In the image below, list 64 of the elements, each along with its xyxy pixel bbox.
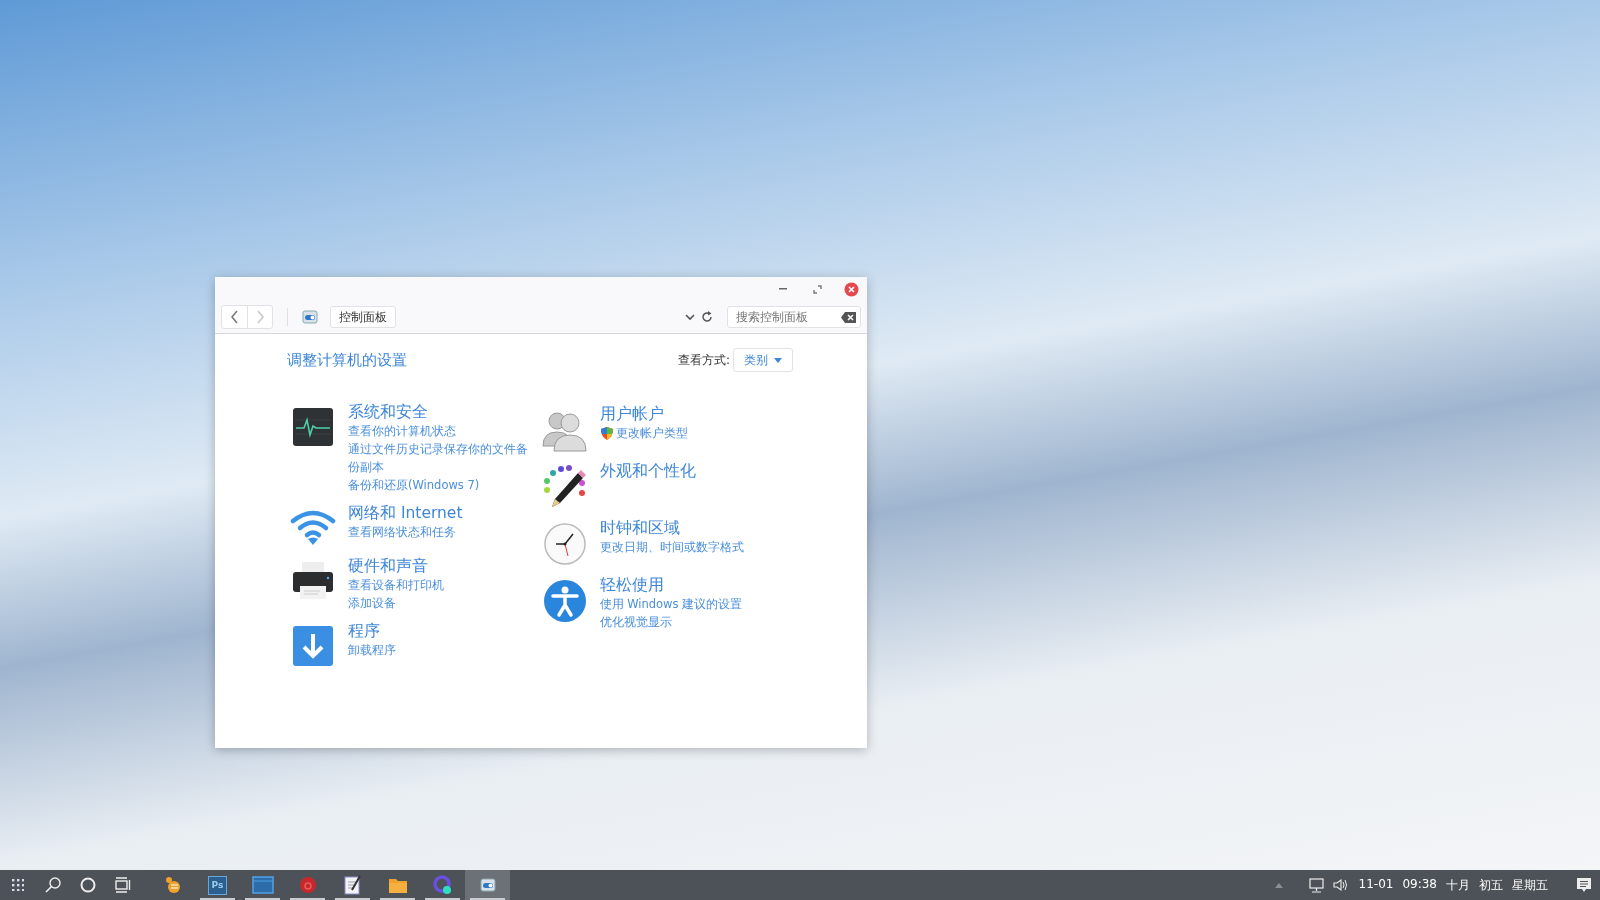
clock-icon <box>542 522 587 566</box>
task-link[interactable]: 使用 Windows 建议的设置 <box>599 595 743 613</box>
notification-icon[interactable] <box>1576 877 1592 893</box>
minimize-icon <box>779 288 787 290</box>
date-text: 11-01 <box>1358 876 1394 893</box>
chevron-down-icon[interactable] <box>685 313 695 321</box>
task-link[interactable]: 查看网络状态和任务 <box>348 523 456 541</box>
category-link[interactable]: 轻松使用 <box>599 575 664 595</box>
orb-icon <box>432 875 453 895</box>
task-link[interactable]: 优化视觉显示 <box>599 613 672 631</box>
category-link[interactable]: 系统和安全 <box>348 402 428 422</box>
breadcrumb-button[interactable]: 控制面板 <box>330 306 396 328</box>
tray-expand-icon[interactable] <box>1274 882 1283 888</box>
task-link[interactable]: 查看你的计算机状态 <box>348 422 456 440</box>
clear-icon[interactable] <box>841 311 856 323</box>
shield-icon <box>599 425 614 441</box>
notepad-icon <box>343 875 362 895</box>
chevron-left-icon <box>229 309 240 325</box>
grid-icon <box>11 879 24 891</box>
task-link[interactable]: 添加设备 <box>348 594 396 612</box>
refresh-icon[interactable] <box>701 311 713 323</box>
target-icon <box>298 876 317 894</box>
network-icon[interactable] <box>1308 877 1325 893</box>
task-link[interactable]: 通过文件历史记录保存你的文件备份副本 <box>348 440 534 476</box>
category-link[interactable]: 时钟和区域 <box>599 518 680 538</box>
close-button[interactable] <box>843 281 859 297</box>
time-text: 09:38 <box>1402 876 1437 893</box>
page-heading: 调整计算机的设置 <box>287 350 407 370</box>
taskbar-app-button[interactable]: Ps <box>195 870 240 900</box>
window-icon <box>251 876 274 894</box>
photo-editor-icon: Ps <box>208 875 227 895</box>
control-panel-icon <box>302 310 318 324</box>
category-link[interactable]: 网络和 Internet <box>348 503 463 523</box>
maximize-icon <box>812 284 822 294</box>
lunar-month-text: 十月 <box>1446 876 1470 894</box>
volume-icon[interactable] <box>1332 878 1349 892</box>
task-link[interactable]: 更改帐户类型 <box>615 424 688 442</box>
task-link[interactable]: 更改日期、时间或数字格式 <box>599 538 744 556</box>
view-dropdown[interactable]: 类别 <box>733 348 793 372</box>
accessibility-icon <box>542 579 587 623</box>
printer-icon <box>292 560 334 600</box>
weekday-text: 星期五 <box>1512 876 1548 894</box>
palette-pencil-icon <box>541 465 588 509</box>
search-field[interactable]: 搜索控制面板 <box>727 306 861 328</box>
control-panel-icon <box>479 878 496 892</box>
lunar-day-text: 初五 <box>1479 876 1503 894</box>
close-icon <box>843 281 859 297</box>
category-link[interactable]: 外观和个性化 <box>599 461 696 481</box>
circle-icon <box>79 877 96 893</box>
view-by-label: 查看方式: <box>677 351 730 369</box>
search-icon <box>44 877 61 893</box>
category-link[interactable]: 硬件和声音 <box>348 556 428 576</box>
caret-icon <box>774 357 782 363</box>
category-link[interactable]: 程序 <box>348 621 380 641</box>
task-view-icon <box>114 877 131 893</box>
folder-icon <box>387 876 408 894</box>
download-icon <box>292 625 334 667</box>
category-link[interactable]: 用户帐户 <box>599 404 664 424</box>
task-link[interactable]: 卸载程序 <box>348 641 396 659</box>
task-link[interactable]: 备份和还原(Windows 7) <box>348 476 480 494</box>
monitor-icon <box>292 406 334 448</box>
chevron-right-icon <box>254 309 266 325</box>
task-link[interactable]: 查看设备和打印机 <box>348 576 444 594</box>
taskbar-app-button[interactable] <box>465 870 510 900</box>
